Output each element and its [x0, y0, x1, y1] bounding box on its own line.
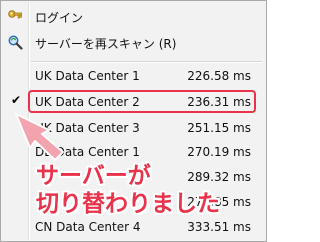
annotation-text-line2: 切り替わりました	[36, 191, 220, 217]
annotation-text-line1: サーバーが	[36, 163, 151, 189]
